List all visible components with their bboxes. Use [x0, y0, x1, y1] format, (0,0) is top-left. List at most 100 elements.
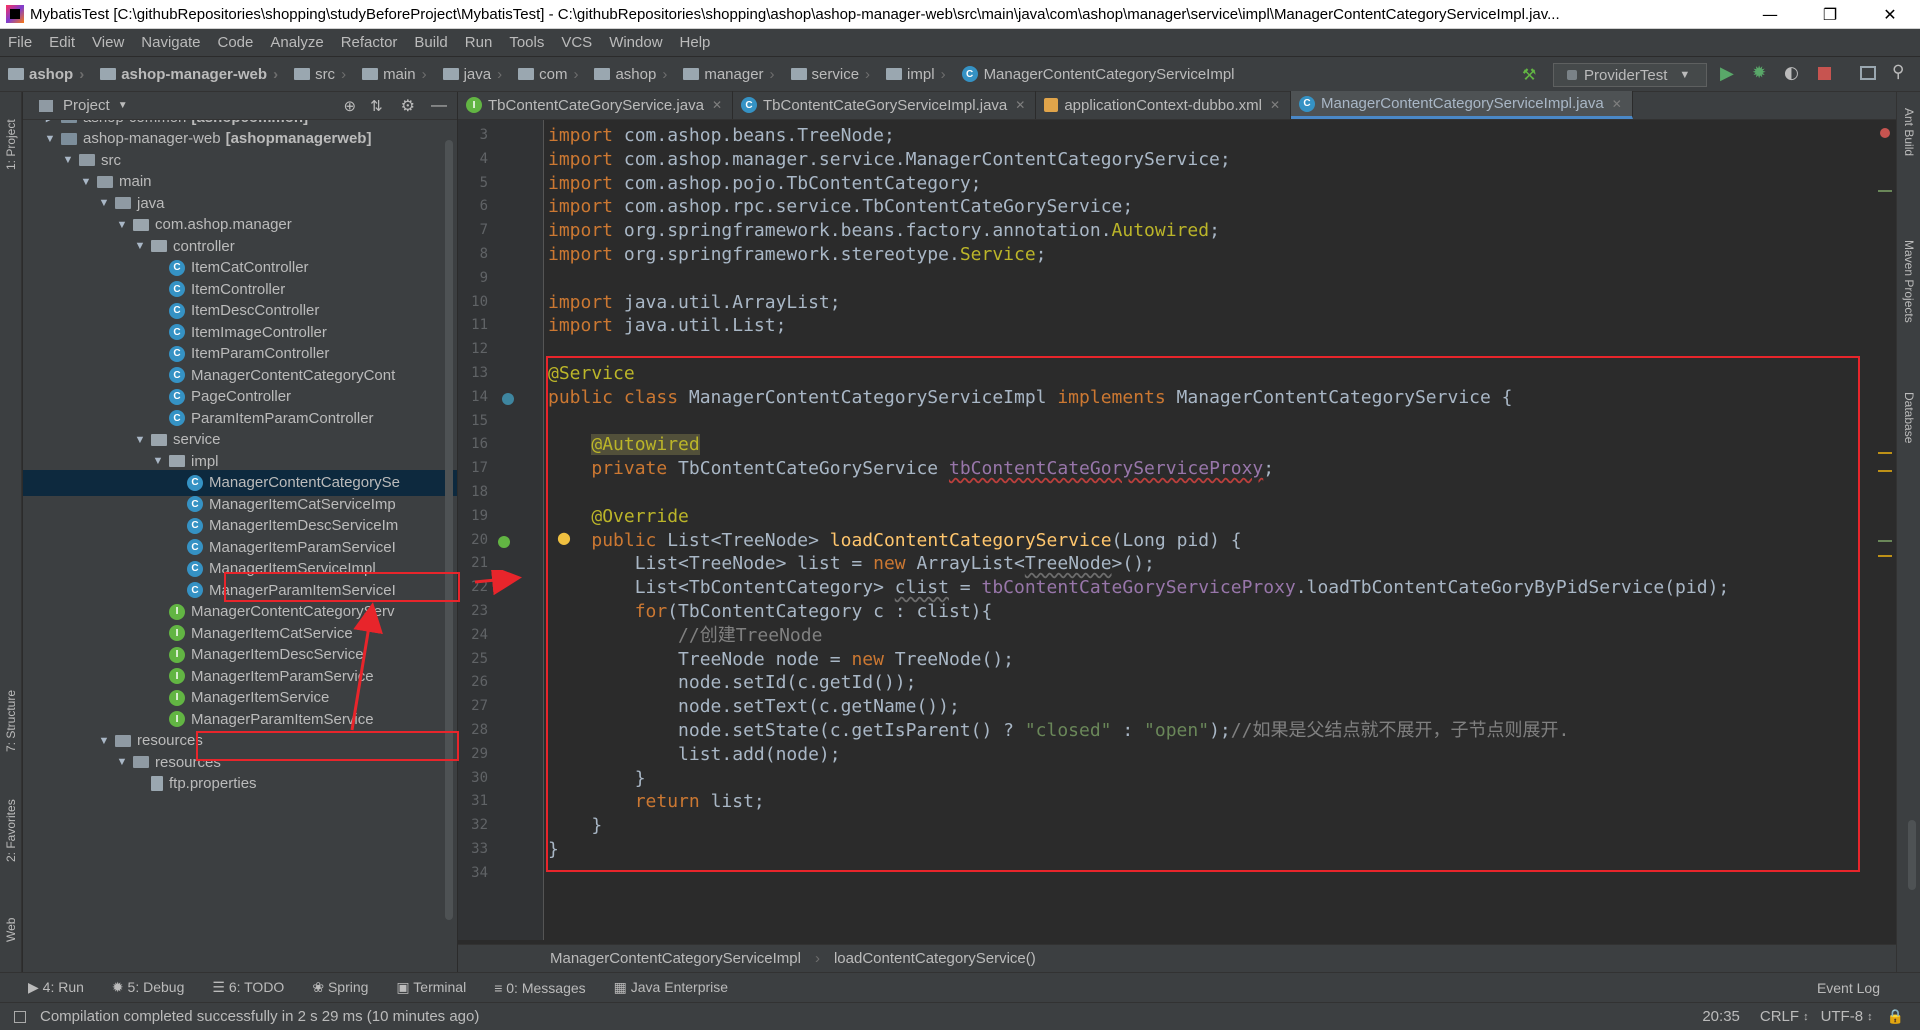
menu-file[interactable]: File — [0, 34, 41, 51]
stop-icon[interactable] — [1818, 67, 1831, 80]
breadcrumb-item[interactable]: impl › — [878, 66, 954, 83]
expanded-arrow-icon[interactable]: ▼ — [115, 219, 129, 231]
code-line[interactable]: import com.ashop.pojo.TbContentCategory; — [548, 172, 982, 196]
expanded-arrow-icon[interactable]: ▼ — [97, 735, 111, 747]
maximize-button[interactable]: ❐ — [1800, 0, 1860, 29]
menu-analyze[interactable]: Analyze — [262, 34, 332, 51]
code-line[interactable]: import com.ashop.manager.service.Manager… — [548, 148, 1231, 172]
editor-breadcrumb-class[interactable]: ManagerContentCategoryServiceImpl — [550, 950, 801, 967]
line-separator[interactable]: CRLF — [1760, 1008, 1799, 1025]
editor-tab[interactable]: C TbContentCateGoryServiceImpl.java ✕ — [733, 91, 1037, 119]
file-encoding[interactable]: UTF-8 — [1821, 1008, 1864, 1025]
tree-item-label: impl — [191, 452, 219, 470]
tool-tab-project[interactable]: 1: Project — [4, 119, 18, 170]
collapsed-arrow-icon[interactable]: ▶ — [43, 120, 57, 124]
search-icon[interactable]: ⚲ — [1892, 62, 1904, 82]
menu-refactor[interactable]: Refactor — [333, 34, 407, 51]
coverage-icon[interactable]: ◐ — [1784, 63, 1799, 83]
minimize-button[interactable]: — — [1740, 0, 1800, 29]
collapse-all-icon[interactable]: ⇅ — [370, 97, 383, 115]
close-tab-icon[interactable]: ✕ — [1015, 98, 1025, 112]
breadcrumb-separator: › — [341, 65, 347, 83]
tool-tab-structure[interactable]: 7: Structure — [4, 690, 18, 752]
project-panel-title[interactable]: Project — [63, 97, 110, 114]
tool-tab-ant-build[interactable]: Ant Build — [1902, 108, 1916, 156]
implementing-marker-icon[interactable] — [502, 393, 514, 405]
breadcrumb-item[interactable]: com › — [510, 66, 586, 83]
properties-file-icon — [151, 776, 163, 791]
tool-window-button[interactable]: ▦ Java Enterprise — [614, 979, 728, 996]
tool-window-button[interactable]: ✹ 5: Debug — [112, 979, 184, 996]
caret-position[interactable]: 20:35 — [1702, 1008, 1740, 1025]
hide-panel-icon[interactable]: — — [431, 97, 447, 115]
folder-icon — [115, 734, 131, 747]
tool-tab-web[interactable]: Web — [4, 918, 18, 942]
line-number: 32 — [471, 817, 488, 834]
override-marker-icon[interactable] — [498, 536, 510, 548]
expanded-arrow-icon[interactable]: ▼ — [97, 197, 111, 209]
editor-tab[interactable]: I TbContentCateGoryService.java ✕ — [458, 91, 733, 119]
expanded-arrow-icon[interactable]: ▼ — [61, 154, 75, 166]
lock-icon[interactable]: 🔒 — [1887, 1008, 1904, 1025]
editor-scrollbar[interactable] — [1908, 820, 1916, 890]
run-icon[interactable]: ▶ — [1720, 63, 1734, 84]
code-line[interactable]: import com.ashop.beans.TreeNode; — [548, 124, 895, 148]
tool-window-button[interactable]: ❀ Spring — [312, 979, 368, 996]
tool-window-button[interactable]: ☰ 6: TODO — [212, 979, 284, 996]
code-line[interactable]: import org.springframework.stereotype.Se… — [548, 243, 1047, 267]
breadcrumb-item[interactable]: service › — [783, 66, 879, 83]
close-button[interactable]: ✕ — [1860, 0, 1920, 29]
breadcrumb-item[interactable]: ashop › — [0, 66, 92, 83]
tool-window-button[interactable]: ≡ 0: Messages — [494, 980, 585, 996]
code-line[interactable]: import com.ashop.rpc.service.TbContentCa… — [548, 195, 1133, 219]
target-icon[interactable]: ⊕ — [344, 97, 357, 115]
menu-navigate[interactable]: Navigate — [133, 34, 209, 51]
code-line[interactable]: import org.springframework.beans.factory… — [548, 219, 1220, 243]
menu-build[interactable]: Build — [406, 34, 456, 51]
gear-icon[interactable]: ⚙ — [401, 96, 415, 116]
debug-icon[interactable]: ✹ — [1752, 63, 1766, 83]
editor-tab[interactable]: C ManagerContentCategoryServiceImpl.java ✕ — [1291, 91, 1633, 119]
menu-run[interactable]: Run — [457, 34, 502, 51]
close-tab-icon[interactable]: ✕ — [712, 98, 722, 112]
breadcrumb-item[interactable]: java › — [435, 66, 511, 83]
tool-window-button[interactable]: ▶ 4: Run — [28, 979, 84, 996]
project-scrollbar[interactable] — [445, 140, 453, 920]
tool-tab-maven-projects[interactable]: Maven Projects — [1902, 240, 1916, 323]
menu-vcs[interactable]: VCS — [553, 34, 601, 51]
error-indicator-icon[interactable] — [1880, 128, 1890, 138]
menu-tools[interactable]: Tools — [501, 34, 553, 51]
build-hammer-icon[interactable]: ⚒ — [1522, 65, 1540, 84]
tool-window-button[interactable]: ▣ Terminal — [396, 979, 466, 996]
toggle-tool-windows-icon[interactable] — [14, 1010, 26, 1023]
breadcrumb-item[interactable]: manager › — [675, 66, 782, 83]
menu-view[interactable]: View — [84, 34, 133, 51]
menu-code[interactable]: Code — [209, 34, 262, 51]
tree-item[interactable]: ftp.properties — [23, 771, 457, 797]
tool-tab-favorites[interactable]: 2: Favorites — [4, 799, 18, 862]
breadcrumb-item[interactable]: src › — [286, 66, 354, 83]
expanded-arrow-icon[interactable]: ▼ — [79, 176, 93, 188]
close-tab-icon[interactable]: ✕ — [1270, 98, 1280, 112]
expanded-arrow-icon[interactable]: ▼ — [133, 434, 147, 446]
code-line[interactable]: import java.util.ArrayList; — [548, 291, 841, 315]
menu-edit[interactable]: Edit — [41, 34, 84, 51]
chevron-down-icon[interactable]: ▼ — [118, 100, 128, 111]
editor-tab[interactable]: applicationContext-dubbo.xml ✕ — [1036, 91, 1292, 119]
project-structure-icon[interactable] — [1860, 66, 1876, 80]
breadcrumb-item[interactable]: main › — [354, 66, 435, 83]
expanded-arrow-icon[interactable]: ▼ — [43, 133, 57, 145]
breadcrumb-item[interactable]: ashop-manager-web › — [92, 66, 286, 83]
tool-tab-database[interactable]: Database — [1902, 392, 1916, 443]
menu-window[interactable]: Window — [601, 34, 671, 51]
expanded-arrow-icon[interactable]: ▼ — [151, 455, 165, 467]
breadcrumb-item[interactable]: C ManagerContentCategoryServiceImpl — [954, 66, 1243, 83]
editor-breadcrumb-method[interactable]: loadContentCategoryService() — [834, 950, 1036, 967]
breadcrumb-item[interactable]: ashop › — [586, 66, 675, 83]
expanded-arrow-icon[interactable]: ▼ — [115, 756, 129, 768]
event-log-button[interactable]: Event Log — [1817, 980, 1880, 996]
close-tab-icon[interactable]: ✕ — [1612, 97, 1622, 111]
expanded-arrow-icon[interactable]: ▼ — [133, 240, 147, 252]
code-line[interactable]: import java.util.List; — [548, 314, 786, 338]
menu-help[interactable]: Help — [672, 34, 720, 51]
